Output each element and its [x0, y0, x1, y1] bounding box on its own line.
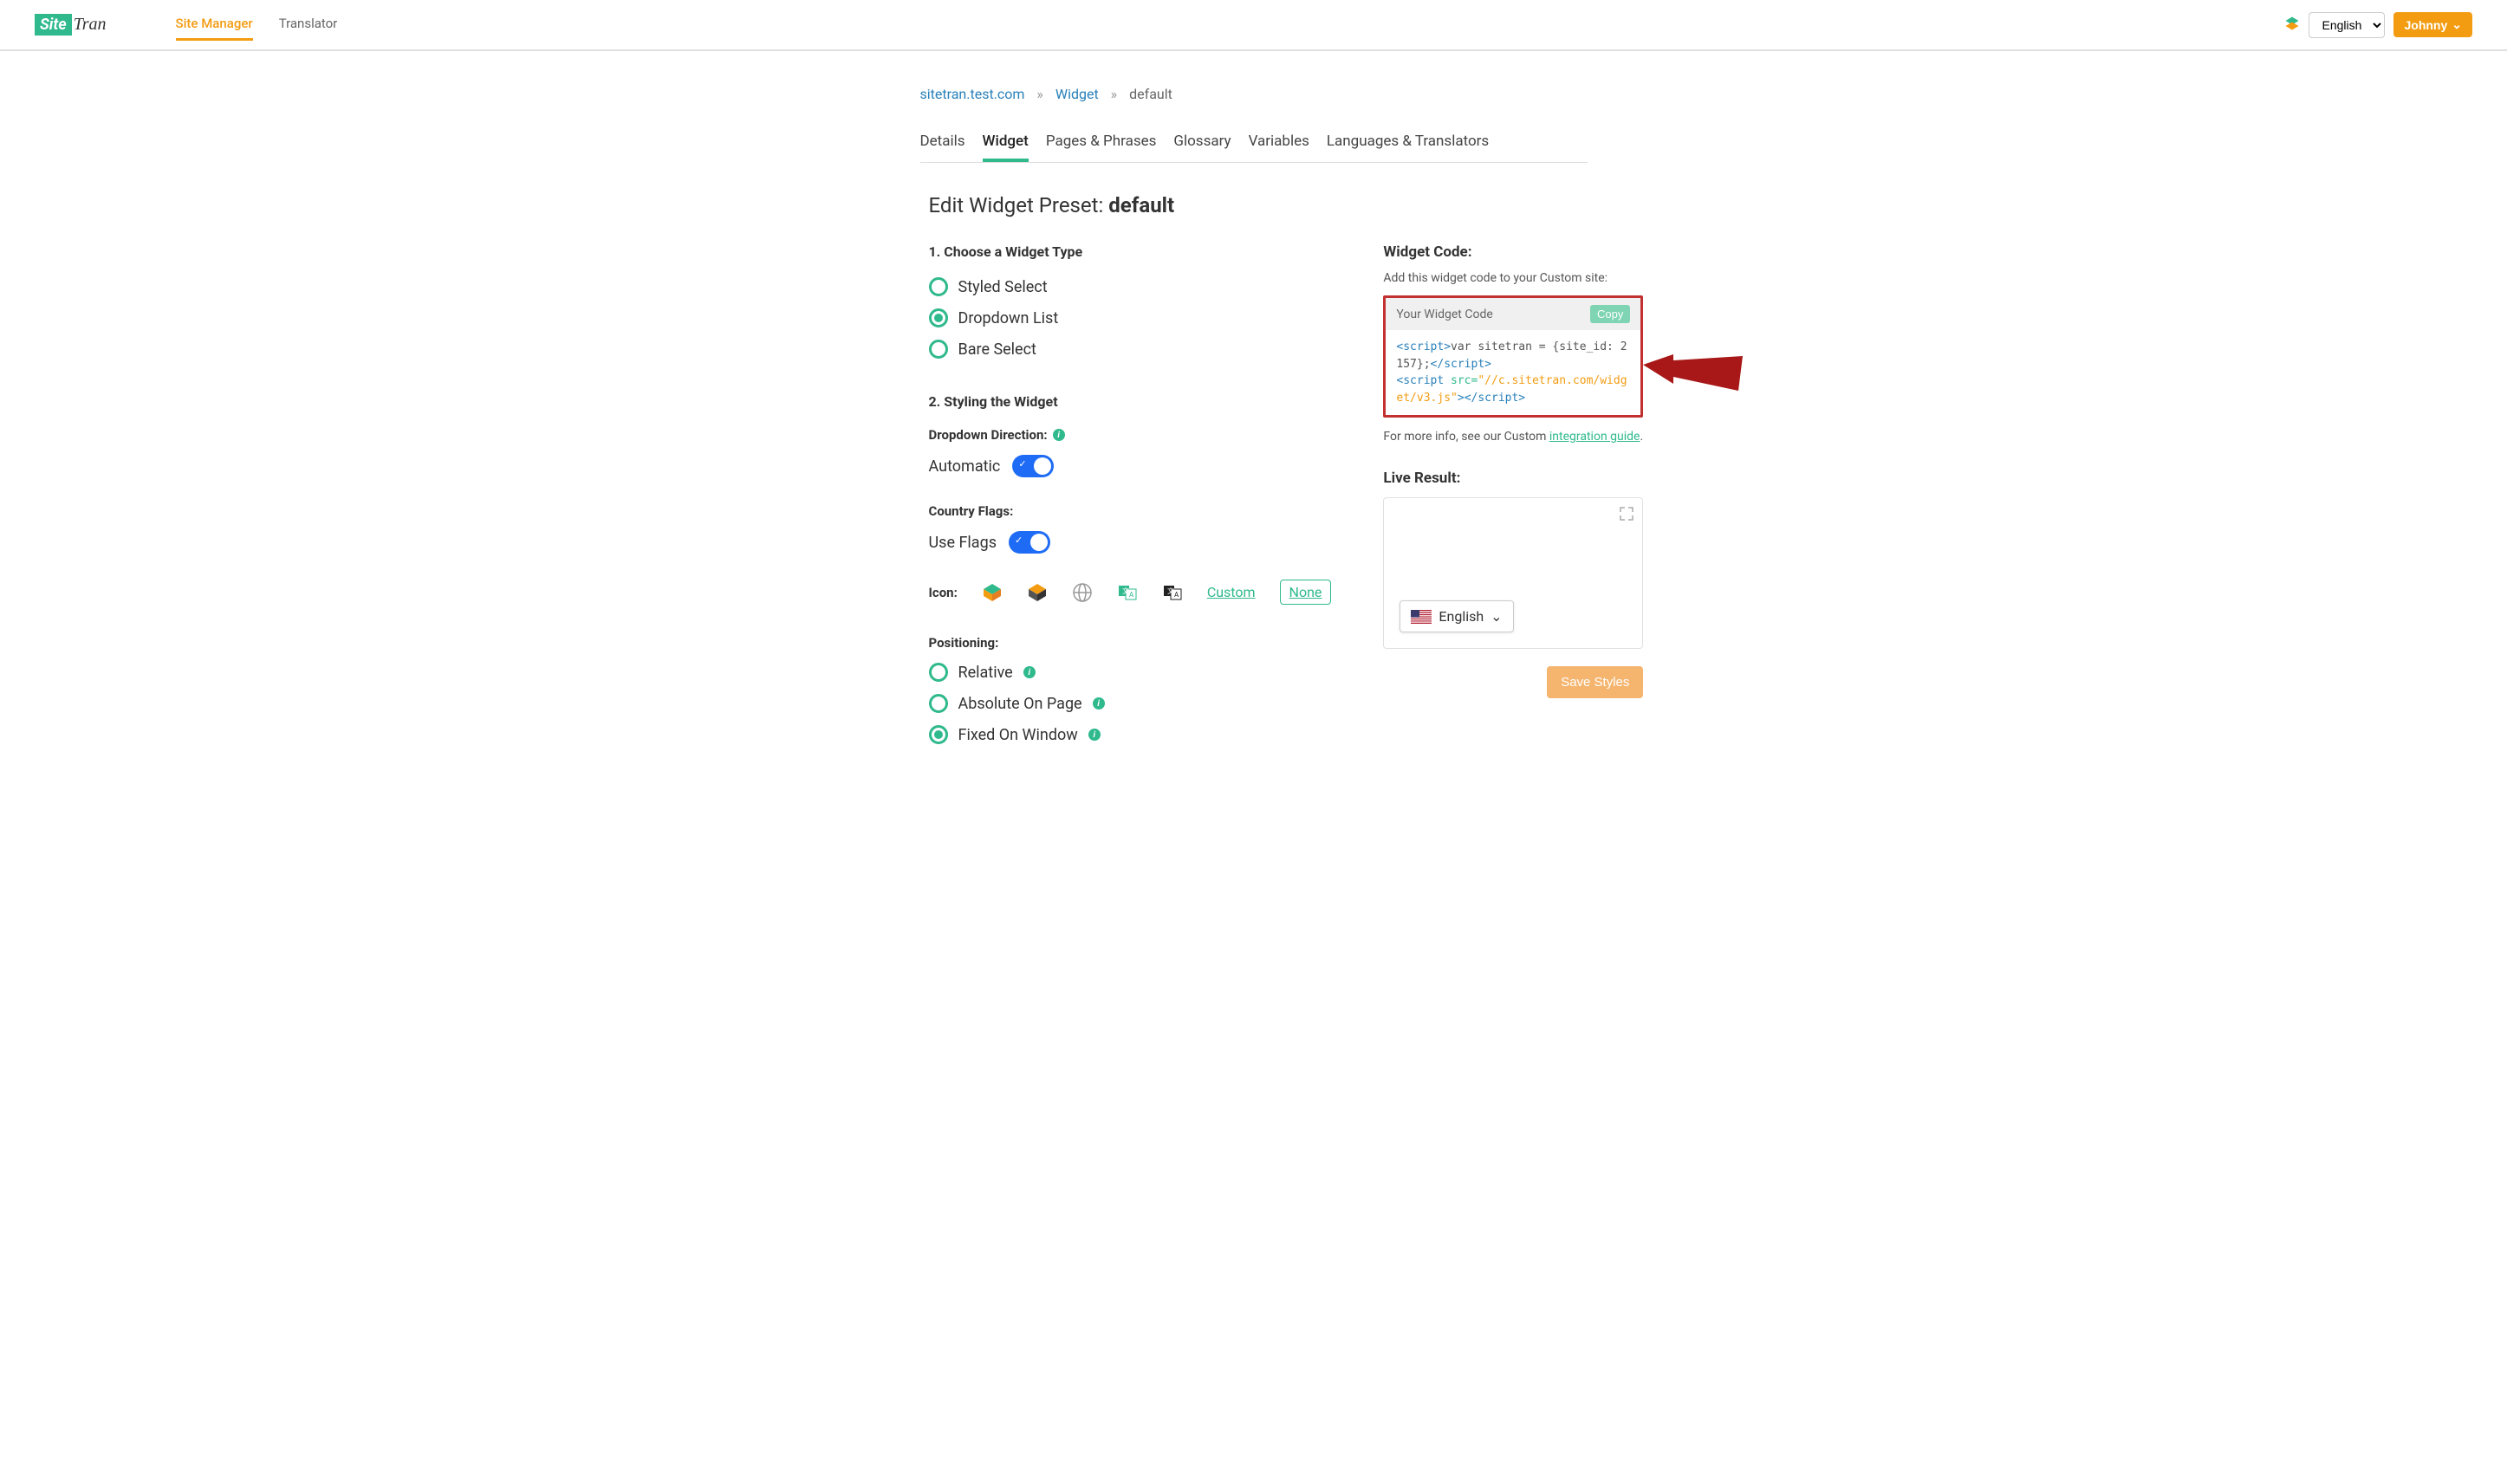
- radio-label: Absolute On Page: [958, 695, 1082, 713]
- breadcrumb-widget[interactable]: Widget: [1055, 86, 1099, 102]
- info-icon[interactable]: i: [1053, 429, 1065, 441]
- integration-guide-link[interactable]: integration guide: [1549, 430, 1640, 444]
- direction-label: Dropdown Direction: i: [929, 427, 1332, 443]
- positioning-label: Positioning:: [929, 635, 1332, 651]
- chevron-down-icon: ⌄: [2452, 17, 2462, 32]
- logo-box: Site: [35, 14, 72, 36]
- radio-icon: [929, 694, 948, 713]
- save-styles-button[interactable]: Save Styles: [1547, 666, 1643, 698]
- section-1-title: 1. Choose a Widget Type: [929, 243, 1332, 260]
- flags-toggle-label: Use Flags: [929, 534, 997, 552]
- svg-text:文: 文: [1122, 586, 1129, 595]
- svg-text:文: 文: [1167, 586, 1174, 595]
- nav-translator[interactable]: Translator: [279, 9, 338, 41]
- radio-relative[interactable]: Relative i: [929, 663, 1332, 682]
- radio-styled-select[interactable]: Styled Select: [929, 277, 1332, 296]
- icon-option-globe[interactable]: [1072, 582, 1093, 603]
- tab-details[interactable]: Details: [920, 124, 965, 162]
- info-icon[interactable]: i: [1023, 666, 1036, 678]
- section-2-title: 2. Styling the Widget: [929, 393, 1332, 410]
- radio-label: Fixed On Window: [958, 726, 1078, 744]
- more-info-text: For more info, see our Custom integratio…: [1383, 430, 1643, 444]
- radio-icon: [929, 308, 948, 327]
- callout-arrow-icon: [1643, 347, 1743, 399]
- live-result-header: Live Result:: [1383, 470, 1643, 487]
- tab-languages[interactable]: Languages & Translators: [1327, 124, 1489, 162]
- icon-custom-link[interactable]: Custom: [1207, 584, 1256, 600]
- copy-button[interactable]: Copy: [1590, 305, 1630, 323]
- tab-variables[interactable]: Variables: [1249, 124, 1309, 162]
- us-flag-icon: [1411, 610, 1432, 624]
- radio-fixed[interactable]: Fixed On Window i: [929, 725, 1332, 744]
- tab-glossary[interactable]: Glossary: [1173, 124, 1231, 162]
- icon-option-cube-dark[interactable]: [1027, 582, 1048, 603]
- logo[interactable]: Site Tran: [35, 14, 107, 36]
- page-tabs: Details Widget Pages & Phrases Glossary …: [920, 124, 1588, 163]
- direction-toggle[interactable]: [1012, 455, 1054, 477]
- svg-text:A: A: [1129, 591, 1134, 599]
- flags-label: Country Flags:: [929, 503, 1332, 519]
- radio-label: Dropdown List: [958, 309, 1059, 327]
- language-select[interactable]: English: [2309, 12, 2385, 38]
- radio-icon: [929, 277, 948, 296]
- header-stack-icon: [2284, 16, 2300, 35]
- breadcrumb-site[interactable]: sitetran.test.com: [920, 86, 1025, 102]
- flags-toggle[interactable]: [1009, 531, 1050, 554]
- icon-option-translate-black[interactable]: 文A: [1162, 582, 1183, 603]
- radio-icon: [929, 725, 948, 744]
- radio-label: Relative: [958, 664, 1013, 682]
- chevron-down-icon: ⌄: [1491, 608, 1502, 625]
- expand-icon[interactable]: [1620, 507, 1633, 524]
- info-icon[interactable]: i: [1088, 729, 1101, 741]
- nav-site-manager[interactable]: Site Manager: [176, 9, 253, 41]
- tab-widget[interactable]: Widget: [983, 124, 1029, 162]
- widget-code-sub: Add this widget code to your Custom site…: [1383, 271, 1643, 285]
- logo-text: Tran: [74, 15, 107, 35]
- tab-pages[interactable]: Pages & Phrases: [1046, 124, 1157, 162]
- radio-icon: [929, 340, 948, 359]
- breadcrumb: sitetran.test.com » Widget » default: [920, 86, 1588, 102]
- top-nav: Site Manager Translator: [176, 9, 338, 41]
- info-icon[interactable]: i: [1093, 697, 1105, 710]
- live-result-box: English ⌄: [1383, 497, 1643, 649]
- radio-dropdown-list[interactable]: Dropdown List: [929, 308, 1332, 327]
- icon-field-label: Icon:: [929, 585, 958, 600]
- code-box-label: Your Widget Code: [1396, 308, 1492, 321]
- code-content[interactable]: <script>var sitetran = {site_id: 2157};<…: [1386, 330, 1640, 415]
- radio-label: Bare Select: [958, 340, 1036, 359]
- user-menu-button[interactable]: Johnny ⌄: [2393, 12, 2472, 37]
- svg-text:A: A: [1174, 591, 1179, 599]
- radio-absolute[interactable]: Absolute On Page i: [929, 694, 1332, 713]
- radio-bare-select[interactable]: Bare Select: [929, 340, 1332, 359]
- breadcrumb-current: default: [1129, 86, 1172, 102]
- icon-option-translate-green[interactable]: 文A: [1117, 582, 1138, 603]
- direction-toggle-label: Automatic: [929, 457, 1001, 476]
- radio-label: Styled Select: [958, 278, 1048, 296]
- icon-option-cube-orange[interactable]: [982, 582, 1003, 603]
- live-language-widget[interactable]: English ⌄: [1400, 600, 1513, 632]
- icon-none-link[interactable]: None: [1280, 580, 1332, 605]
- widget-code-box: Your Widget Code Copy <script>var sitetr…: [1383, 295, 1643, 418]
- page-title: Edit Widget Preset: default: [920, 193, 1588, 217]
- radio-icon: [929, 663, 948, 682]
- user-name: Johnny: [2404, 18, 2447, 32]
- widget-code-header: Widget Code:: [1383, 243, 1643, 261]
- live-lang-label: English: [1439, 608, 1484, 625]
